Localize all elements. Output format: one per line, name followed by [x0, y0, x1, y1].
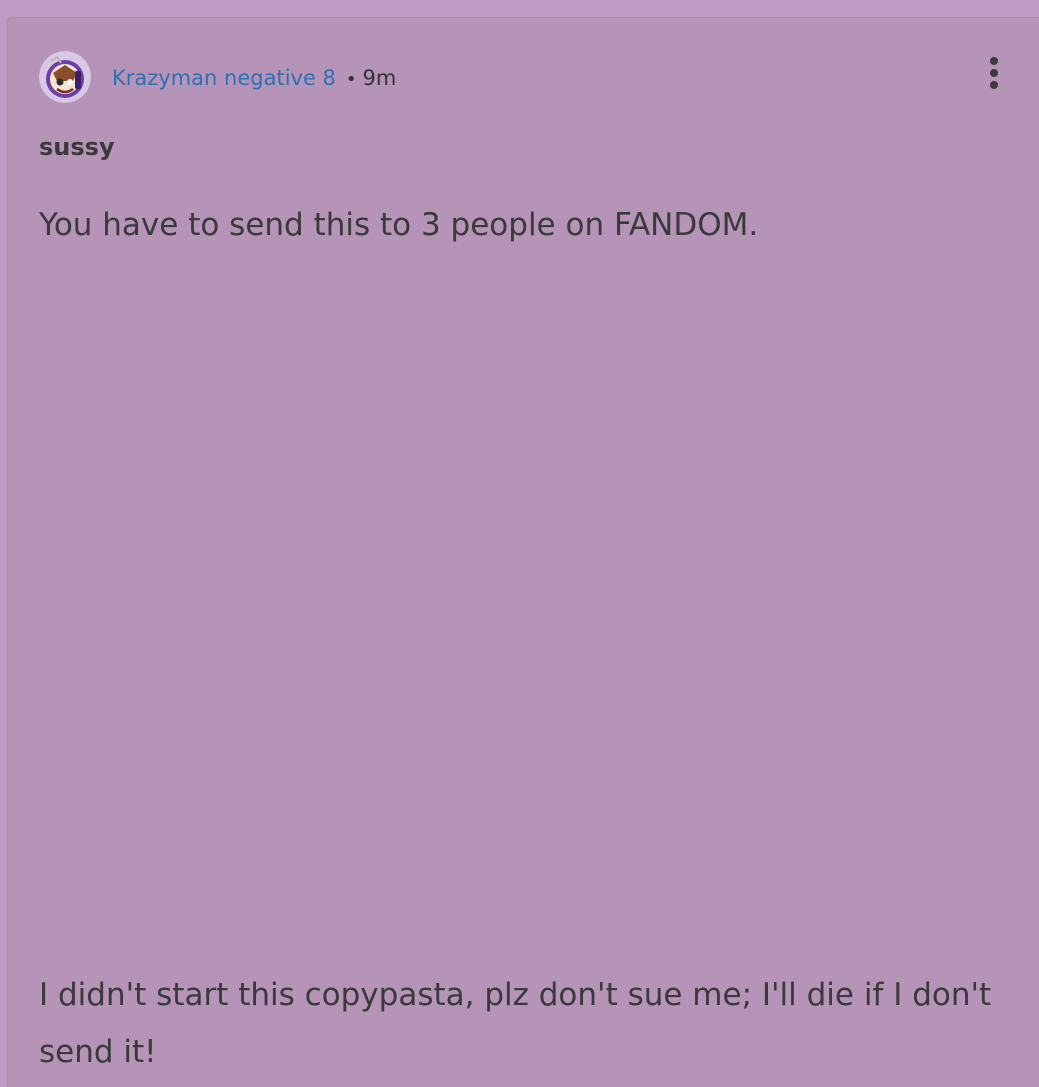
post-title: sussy — [39, 133, 115, 161]
post-body-line: You have to send this to 3 people on FAN… — [39, 207, 759, 243]
more-options-button[interactable] — [978, 52, 1010, 96]
author-link[interactable]: Krazyman negative 8 — [112, 66, 336, 90]
meta-separator: • — [345, 69, 357, 90]
post-meta: Krazyman negative 8 • 9m — [112, 62, 396, 94]
post-card: Krazyman negative 8 • 9m sussy You have to… — [7, 17, 1039, 1087]
more-options-icon — [990, 57, 998, 89]
post-timestamp: 9m — [362, 66, 397, 90]
avatar-image — [39, 51, 91, 103]
post-body-line: I didn't start this copypasta, plz don't… — [39, 977, 992, 1070]
avatar[interactable] — [39, 51, 91, 103]
